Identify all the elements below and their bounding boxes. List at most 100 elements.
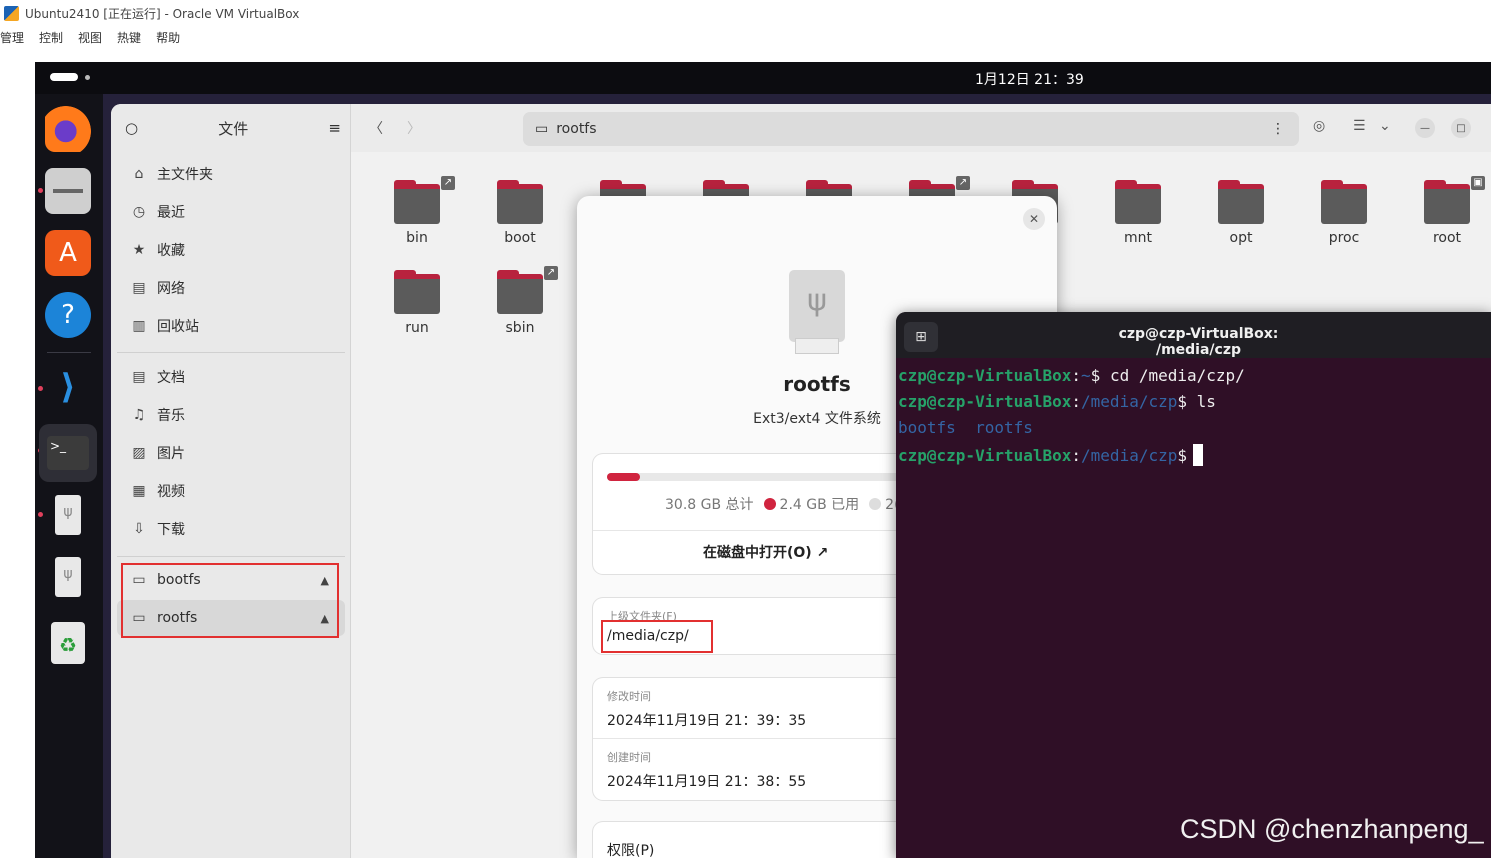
chevron-down-icon[interactable]: ⌄ — [1379, 118, 1391, 134]
used-legend-icon — [763, 498, 776, 510]
terminal-line: bootfs rootfs — [898, 418, 1033, 437]
sidebar-item-starred[interactable]: ★ 收藏 — [117, 232, 345, 268]
symlink-icon: ↗ — [544, 266, 558, 280]
sidebar-item-downloads[interactable]: ⇩ 下载 — [117, 511, 345, 547]
trash-icon: ▥ — [132, 318, 146, 334]
free-legend-icon — [869, 498, 882, 510]
permissions-label: 权限(P) — [607, 843, 655, 858]
maximize-icon[interactable]: □ — [1451, 118, 1471, 138]
sidebar-item-documents[interactable]: ▤ 文档 — [117, 359, 345, 395]
terminal-header: ⊞ czp@czp-VirtualBox: /media/czp — [896, 312, 1491, 358]
back-icon[interactable]: 〈 — [369, 118, 383, 138]
modified-value: 2024年11月19日 21：39：35 — [607, 713, 807, 729]
firefox-icon[interactable] — [45, 106, 91, 152]
symlink-icon: ↗ — [956, 176, 970, 190]
lock-icon: ▣ — [1471, 176, 1485, 190]
highlight-annotation — [121, 563, 339, 638]
used-size: 2.4 GB 已用 — [779, 497, 860, 513]
terminal-line: czp@czp-VirtualBox:/media/czp$ ls — [898, 392, 1216, 411]
new-tab-icon[interactable]: ⊞ — [904, 322, 938, 352]
window-title: Ubuntu2410 [正在运行] - Oracle VM VirtualBox — [25, 7, 300, 21]
total-size: 30.8 GB 总计 — [665, 497, 754, 513]
list-view-icon[interactable]: ☰ — [1353, 118, 1366, 134]
virtualbox-logo-icon — [4, 6, 19, 21]
created-caption: 创建时间 — [607, 751, 651, 764]
terminal-prompt[interactable]: czp@czp-VirtualBox:/media/czp$ — [898, 444, 1203, 466]
folder-label: mnt — [1124, 230, 1152, 246]
folder-icon — [1321, 184, 1367, 224]
folder-item[interactable]: opt — [1201, 170, 1281, 250]
help-icon[interactable]: ? — [45, 292, 91, 338]
music-icon: ♫ — [132, 407, 146, 423]
path-bar[interactable]: ▭ rootfs ⋮ — [523, 112, 1299, 146]
app-center-icon[interactable]: A — [45, 230, 91, 276]
sidebar-item-recent[interactable]: ◷ 最近 — [117, 194, 345, 230]
sidebar: ○ 文件 ≡ ⌂ 主文件夹 ◷ 最近 ★ 收藏 ▤ 网络 ▥ 回收站 ▤ 文档 ♫ 音乐 ▨ 图… — [111, 104, 351, 858]
menu-hotkey[interactable]: 热键 — [117, 27, 148, 47]
trash-icon[interactable]: ♻ — [45, 620, 91, 666]
menu-control[interactable]: 控制 — [39, 27, 70, 47]
star-icon: ★ — [132, 242, 146, 258]
activities-button[interactable] — [50, 73, 92, 81]
watermark: CSDN @chenzhanpeng_ — [1180, 814, 1484, 844]
folder-icon — [1115, 184, 1161, 224]
menu-view[interactable]: 视图 — [78, 27, 109, 47]
folder-label: proc — [1328, 230, 1360, 246]
sidebar-item-videos[interactable]: ▦ 视频 — [117, 473, 345, 509]
forward-icon[interactable]: 〉 — [407, 118, 421, 138]
folder-label: opt — [1229, 230, 1253, 246]
sidebar-header: ○ 文件 ≡ — [111, 104, 351, 152]
picture-icon: ▨ — [132, 445, 146, 461]
menu-help[interactable]: 帮助 — [156, 27, 187, 47]
folder-icon — [497, 184, 543, 224]
terminal-window: ⊞ czp@czp-VirtualBox: /media/czp czp@czp… — [896, 312, 1491, 858]
folder-label: bin — [406, 230, 428, 246]
highlight-annotation — [601, 620, 713, 653]
sidebar-item-music[interactable]: ♫ 音乐 — [117, 397, 345, 433]
menu-manage[interactable]: 管理 — [0, 27, 31, 47]
folder-item[interactable]: ↗ sbin — [480, 260, 560, 340]
folder-icon — [394, 184, 440, 224]
usb-drive-icon[interactable]: ψ — [45, 492, 91, 538]
header-bar: 〈 〉 ▭ rootfs ⋮ ◎ ☰ ⌄ — □ — [351, 104, 1491, 152]
symlink-icon: ↗ — [441, 176, 455, 190]
home-icon: ⌂ — [134, 166, 144, 182]
sidebar-item-pictures[interactable]: ▨ 图片 — [117, 435, 345, 471]
terminal-line: czp@czp-VirtualBox:~$ cd /media/czp/ — [898, 366, 1245, 385]
clock[interactable]: 1月12日 21：39 — [975, 69, 1084, 89]
folder-item[interactable]: ▣ root — [1407, 170, 1487, 250]
created-value: 2024年11月19日 21：38：55 — [607, 774, 807, 790]
usb-drive-icon[interactable]: ψ — [45, 554, 91, 600]
folder-item[interactable]: ↗ bin — [377, 170, 457, 250]
path-menu-icon[interactable]: ⋮ — [1271, 121, 1285, 137]
close-icon[interactable]: ✕ — [1023, 208, 1045, 230]
minimize-icon[interactable]: — — [1415, 118, 1435, 138]
network-icon: ▤ — [132, 280, 146, 296]
dock: A ? ⟩ >_ ψ ψ ♻ — [35, 94, 103, 858]
path-label: rootfs — [556, 121, 597, 137]
folder-item[interactable]: boot — [480, 170, 560, 250]
sidebar-title: 文件 — [218, 119, 249, 138]
menu-icon[interactable]: ≡ — [328, 119, 341, 137]
folder-item[interactable]: mnt — [1098, 170, 1178, 250]
folder-item[interactable]: proc — [1304, 170, 1384, 250]
sidebar-item-network[interactable]: ▤ 网络 — [117, 270, 345, 306]
files-icon[interactable] — [45, 168, 91, 214]
modified-caption: 修改时间 — [607, 690, 651, 703]
search-icon[interactable]: ○ — [125, 119, 138, 137]
folder-item[interactable]: run — [377, 260, 457, 340]
running-indicator — [38, 188, 43, 193]
cursor — [1193, 444, 1203, 466]
guest-desktop: 1月12日 21：39 A ? ⟩ >_ ψ ψ ♻ ○ 文件 ≡ ⌂ 主文件夹 … — [35, 62, 1491, 858]
terminal-icon[interactable]: >_ — [39, 424, 97, 482]
folder-label: root — [1432, 230, 1462, 246]
sidebar-item-trash[interactable]: ▥ 回收站 — [117, 308, 345, 344]
folder-label: sbin — [505, 320, 535, 336]
search-icon[interactable]: ◎ — [1313, 118, 1325, 134]
folder-icon — [497, 274, 543, 314]
drive-icon: ▭ — [535, 121, 549, 137]
sidebar-item-home[interactable]: ⌂ 主文件夹 — [117, 156, 345, 192]
video-icon: ▦ — [132, 483, 146, 499]
vscode-icon[interactable]: ⟩ — [45, 364, 91, 410]
clock-icon: ◷ — [132, 204, 146, 220]
